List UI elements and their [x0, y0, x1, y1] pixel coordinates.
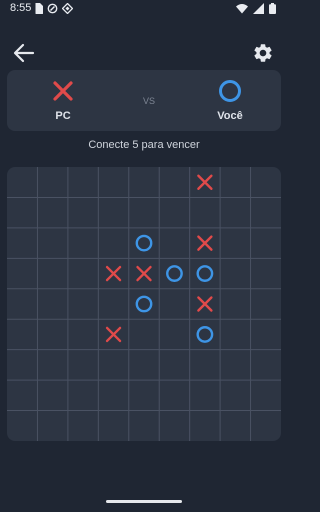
x-mark-icon [105, 326, 122, 343]
win-hint: Conecte 5 para vencer [88, 139, 200, 151]
settings-gear-icon[interactable] [252, 42, 274, 64]
vs-label: VS [142, 96, 155, 106]
game-board[interactable] [7, 167, 281, 441]
o-mark-icon [135, 295, 153, 313]
x-mark-icon [53, 81, 73, 101]
o-mark-icon [196, 265, 214, 282]
status-bar: 8:55 [0, 0, 288, 18]
x-mark-icon [136, 265, 152, 282]
o-mark-icon [196, 326, 214, 343]
status-right-icons [236, 3, 276, 14]
o-mark-icon [135, 234, 153, 252]
data-saver-icon [47, 3, 58, 14]
board-grid[interactable] [7, 167, 281, 441]
score-card: PC VS Você [7, 70, 281, 131]
wifi-icon [236, 4, 248, 14]
player-you: Você [195, 78, 265, 122]
status-time: 8:55 [10, 2, 32, 14]
sim-card-icon [35, 3, 43, 14]
x-mark-icon [105, 265, 122, 282]
battery-icon [269, 3, 276, 14]
home-indicator[interactable] [106, 500, 182, 503]
signal-icon [253, 3, 264, 14]
status-left-icons [35, 3, 73, 14]
player-pc: PC [28, 78, 98, 122]
x-mark-icon [197, 235, 213, 251]
x-mark-icon [197, 296, 213, 312]
vpn-diamond-icon [62, 3, 73, 14]
player-pc-name: PC [55, 110, 71, 122]
back-arrow-icon[interactable] [13, 43, 35, 63]
o-mark-icon [166, 265, 183, 282]
o-mark-icon [219, 80, 241, 102]
player-you-name: Você [217, 110, 243, 122]
x-mark-icon [197, 174, 213, 190]
